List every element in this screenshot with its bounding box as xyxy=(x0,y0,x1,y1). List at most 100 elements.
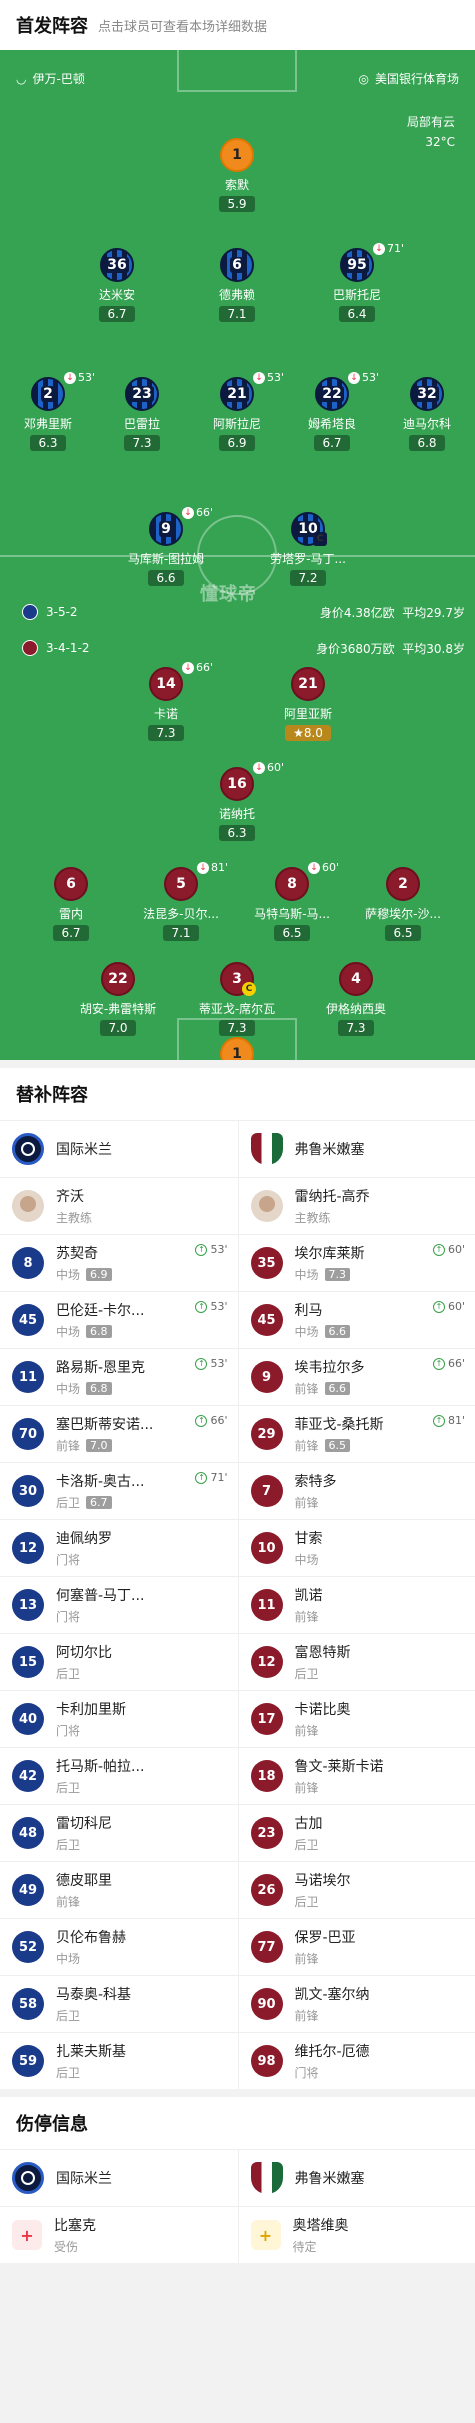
substitute-player[interactable]: 30 卡洛斯-奥古... 后卫 6.7 ↑ 71' xyxy=(0,1463,238,1519)
sub-in-event: ↑ 66' xyxy=(195,1414,228,1427)
jersey-number-badge: 29 xyxy=(250,1418,283,1450)
substitute-player[interactable]: 29 菲亚戈-桑托斯 前锋 6.5 ↑ 81' xyxy=(237,1406,475,1462)
sub-in-event: ↑ 53' xyxy=(195,1300,228,1313)
flu-player[interactable]: 4 伊格纳西奥 7.3 xyxy=(296,962,416,1036)
flu-player[interactable]: 21 阿里亚斯 ★8.0 xyxy=(248,667,368,741)
inter-player[interactable]: 32 迪马尔科 6.8 xyxy=(367,377,475,451)
jersey-number: 36 xyxy=(105,257,129,273)
jersey-number: 22 xyxy=(108,971,128,987)
substitute-player[interactable]: 42 托马斯-帕拉... 后卫 xyxy=(0,1748,238,1804)
sub-out-icon: ↓ xyxy=(253,371,265,384)
coach-avatar xyxy=(250,1190,283,1222)
substitute-player[interactable]: 18 鲁文-莱斯卡诺 前锋 xyxy=(237,1748,475,1804)
sub-in-minute: 53' xyxy=(210,1243,228,1256)
jersey-number-badge: 45 xyxy=(12,1304,44,1336)
substitute-position: 中场 xyxy=(56,1268,81,1282)
inter-logo-icon xyxy=(22,604,38,620)
inter-player[interactable]: 95 ↓ 71' 巴斯托尼 6.4 xyxy=(297,242,417,322)
away-team-header[interactable]: 弗鲁米嫩塞 xyxy=(237,1121,475,1177)
substitute-player[interactable]: 9 埃韦拉尔多 前锋 6.6 ↑ 66' xyxy=(237,1349,475,1405)
player-name: 萨穆埃尔-沙... xyxy=(365,907,441,921)
player-rating: 6.4 xyxy=(339,306,375,322)
player-name: 阿里亚斯 xyxy=(283,707,332,721)
sub-in-event: ↑ 53' xyxy=(195,1243,228,1256)
substitute-player[interactable]: 45 利马 中场 6.6 ↑ 60' xyxy=(237,1292,475,1348)
substitute-player[interactable]: 26 马诺埃尔 后卫 xyxy=(237,1862,475,1918)
home-injury[interactable]: + 比塞克 受伤 xyxy=(0,2207,238,2263)
flu-player[interactable]: 3 C 蒂亚戈-席尔瓦 7.3 xyxy=(177,962,297,1036)
substitute-rating: 7.0 xyxy=(86,1439,112,1452)
substitute-player[interactable]: 11 凯诺 前锋 xyxy=(237,1577,475,1633)
jersey-number: 9 xyxy=(159,521,173,537)
inter-player[interactable]: 9 ↓ 66' 马库斯-图拉姆 6.6 xyxy=(106,506,226,586)
jersey-number-badge: 77 xyxy=(250,1931,283,1963)
flu-player[interactable]: 8 ↓ 60' 马特乌斯-马... 6.5 xyxy=(232,861,352,941)
substitute-player[interactable]: 49 德皮耶里 前锋 xyxy=(0,1862,238,1918)
jersey-number: 32 xyxy=(415,386,439,402)
player-rating: 6.9 xyxy=(219,435,255,451)
flu-player[interactable]: 22 胡安-弗雷特斯 7.0 xyxy=(58,962,178,1036)
inter-player[interactable]: 36 达米安 6.7 xyxy=(57,248,177,322)
sub-minute: 66' xyxy=(196,506,214,519)
flu-formation: 3-4-1-2 xyxy=(22,640,90,656)
away-coach[interactable]: 雷纳托-高乔 主教练 xyxy=(237,1178,475,1234)
home-team-header[interactable]: 国际米兰 xyxy=(0,2150,238,2206)
substitute-player[interactable]: 48 雷切科尼 后卫 xyxy=(0,1805,238,1861)
flu-player[interactable]: 5 ↓ 81' 法昆多-贝尔... 7.1 xyxy=(121,861,241,941)
player-rating: 7.3 xyxy=(148,725,184,741)
inter-value: 身价4.38亿欧 平均29.7岁 xyxy=(319,606,465,620)
substitute-position: 后卫 xyxy=(56,1781,81,1795)
substitute-player[interactable]: 77 保罗-巴亚 前锋 xyxy=(237,1919,475,1975)
substitute-position: 前锋 xyxy=(294,1610,319,1624)
substitute-player[interactable]: 8 苏契奇 中场 6.9 ↑ 53' xyxy=(0,1235,238,1291)
substitute-player[interactable]: 35 埃尔库莱斯 中场 7.3 ↑ 60' xyxy=(237,1235,475,1291)
away-team-header[interactable]: 弗鲁米嫩塞 xyxy=(237,2150,475,2206)
inter-formation: 3-5-2 xyxy=(22,604,78,620)
substitute-player[interactable]: 58 马泰奥-科基 后卫 xyxy=(0,1976,238,2032)
player-rating: 7.3 xyxy=(124,435,160,451)
home-team-header[interactable]: 国际米兰 xyxy=(0,1121,238,1177)
substitute-player[interactable]: 98 维托尔-厄德 门将 xyxy=(237,2033,475,2089)
sub-minute: 81' xyxy=(211,861,229,874)
substitute-player[interactable]: 12 迪佩纳罗 门将 xyxy=(0,1520,238,1576)
flu-player[interactable]: 2 萨穆埃尔-沙... 6.5 xyxy=(343,867,463,941)
away-injury[interactable]: + 奥塔维奥 待定 xyxy=(237,2207,475,2263)
substitute-player[interactable]: 13 何塞普-马丁... 门将 xyxy=(0,1577,238,1633)
substitute-name: 鲁文-莱斯卡诺 xyxy=(294,1759,384,1775)
substitute-position: 后卫 xyxy=(56,2009,81,2023)
substitute-player[interactable]: 11 路易斯-恩里克 中场 6.8 ↑ 53' xyxy=(0,1349,238,1405)
substitute-player[interactable]: 7 索特多 前锋 xyxy=(237,1463,475,1519)
fluminense-logo-icon xyxy=(250,2162,283,2194)
inter-player[interactable]: 1 索默 5.9 xyxy=(177,138,297,212)
substitute-player[interactable]: 59 扎莱夫斯基 后卫 xyxy=(0,2033,238,2089)
jersey-number-badge: 59 xyxy=(12,2045,44,2077)
substitute-player[interactable]: 17 卡诺比奥 前锋 xyxy=(237,1691,475,1747)
inter-player[interactable]: 6 德弗赖 7.1 xyxy=(177,248,297,322)
substitute-player[interactable]: 10 甘索 中场 xyxy=(237,1520,475,1576)
substitute-player[interactable]: 45 巴伦廷-卡尔... 中场 6.8 ↑ 53' xyxy=(0,1292,238,1348)
substitute-player[interactable]: 90 凯文-塞尔纳 前锋 xyxy=(237,1976,475,2032)
substitute-player[interactable]: 15 阿切尔比 后卫 xyxy=(0,1634,238,1690)
inter-player[interactable]: 10 C 劳塔罗-马丁... 7.2 xyxy=(248,512,368,586)
flu-player[interactable]: 1法比奥7.4 xyxy=(177,1037,297,1060)
flu-player[interactable]: 16 ↓ 60' 诺纳托 6.3 xyxy=(177,761,297,841)
substitute-player[interactable]: 12 富恩特斯 后卫 xyxy=(237,1634,475,1690)
substitute-position: 后卫 xyxy=(294,1838,319,1852)
substitute-position: 后卫 xyxy=(294,1895,319,1909)
substitute-name: 扎莱夫斯基 xyxy=(56,2044,126,2060)
jersey-number-badge: 70 xyxy=(12,1418,44,1450)
sub-in-icon: ↑ xyxy=(432,1243,445,1256)
substitute-player[interactable]: 52 贝伦布鲁赫 中场 xyxy=(0,1919,238,1975)
player-rating: 7.3 xyxy=(338,1020,374,1036)
substitute-name: 维托尔-厄德 xyxy=(294,2044,370,2060)
player-rating: ★8.0 xyxy=(285,725,331,741)
sub-in-minute: 60' xyxy=(447,1300,465,1313)
flu-player[interactable]: 6 雷内 6.7 xyxy=(11,867,131,941)
substitute-position: 中场 xyxy=(294,1553,319,1567)
substitute-player[interactable]: 40 卡利加里斯 门将 xyxy=(0,1691,238,1747)
home-coach[interactable]: 齐沃 主教练 xyxy=(0,1178,238,1234)
substitute-player[interactable]: 70 塞巴斯蒂安诺... 前锋 7.0 ↑ 66' xyxy=(0,1406,238,1462)
substitute-player[interactable]: 23 古加 后卫 xyxy=(237,1805,475,1861)
player-rating: 6.3 xyxy=(219,825,255,841)
flu-player[interactable]: 14 ↓ 66' 卡诺 7.3 xyxy=(106,661,226,741)
